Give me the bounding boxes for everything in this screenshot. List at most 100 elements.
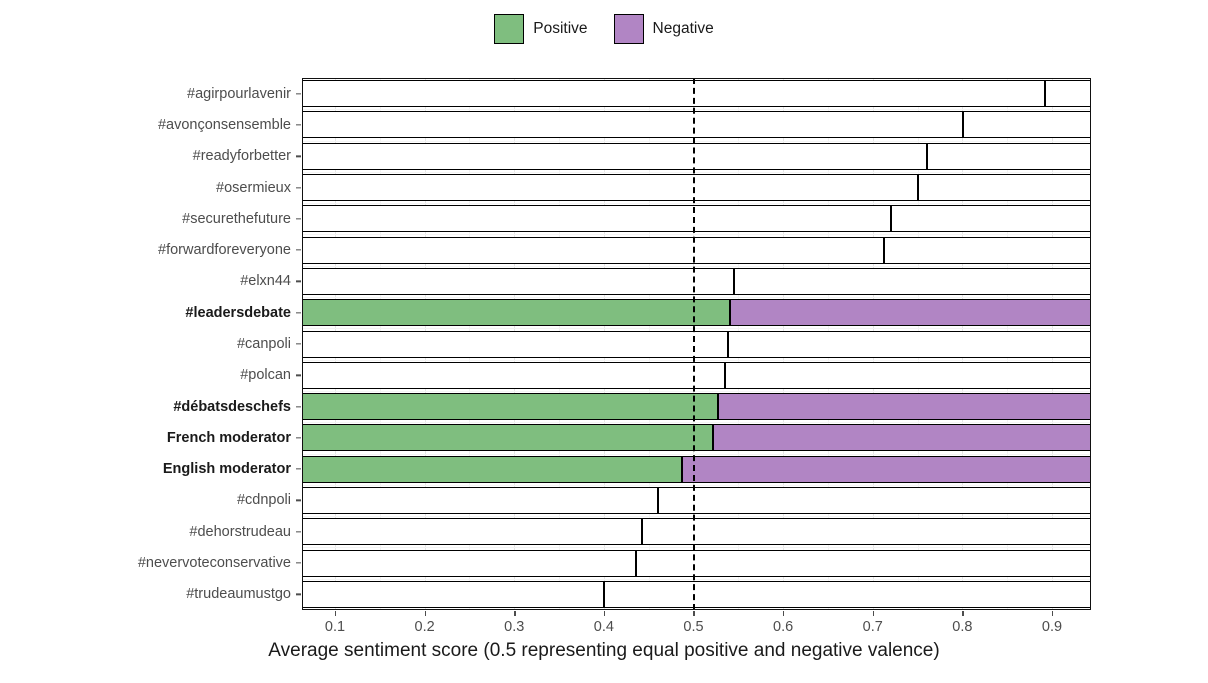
y-tick-label: #forwardforeveryone (158, 242, 291, 259)
y-tick-mark (296, 249, 301, 251)
bar-segment-negative (730, 299, 1091, 327)
bar-row (302, 267, 1091, 295)
x-tick-mark (783, 611, 785, 616)
y-tick-label: #polcan (240, 367, 291, 384)
horizontal-gridline-minor (302, 297, 1091, 299)
y-tick-label: #cdnpoli (236, 492, 291, 509)
bar-segment-negative (724, 361, 1091, 389)
horizontal-gridline-minor (302, 484, 1091, 486)
bar-segment-positive (302, 236, 885, 264)
y-tick-mark (296, 405, 301, 408)
y-tick-label: #leadersdebate (185, 304, 291, 321)
horizontal-gridline-minor (302, 328, 1091, 330)
y-tick-label: #agirpourlavenir (187, 85, 291, 102)
chart-legend: Positive Negative (0, 14, 1208, 44)
x-tick-mark (603, 611, 606, 616)
bar-segment-positive (302, 393, 718, 421)
y-tick-label: #osermieux (216, 179, 291, 196)
x-tick-mark (872, 611, 875, 616)
horizontal-gridline-minor (302, 390, 1091, 392)
y-tick-mark (296, 155, 301, 157)
y-tick-mark (296, 218, 301, 220)
bar-row (302, 361, 1091, 389)
bar-row (302, 424, 1091, 452)
y-tick-mark (296, 468, 301, 470)
bar-segment-negative (657, 486, 1091, 514)
legend-positive-swatch (494, 14, 525, 44)
bar-row (302, 299, 1091, 327)
y-tick-mark (296, 531, 301, 533)
y-tick-label: French moderator (166, 429, 291, 446)
bar-segment-negative (636, 549, 1091, 577)
bar-row (302, 580, 1091, 608)
bar-segment-positive (302, 361, 725, 389)
bar-segment-negative (917, 174, 1091, 202)
x-tick-mark (514, 611, 516, 616)
bar-segment-positive (302, 580, 604, 608)
x-tick-label: 0.7 (862, 619, 883, 635)
horizontal-gridline-minor (302, 547, 1091, 549)
bar-segment-negative (963, 111, 1091, 139)
bar-segment-negative (926, 142, 1091, 170)
legend-negative-swatch (613, 14, 644, 44)
x-tick-label: 0.2 (414, 619, 435, 635)
bar-row (302, 80, 1091, 108)
bar-row (302, 236, 1091, 264)
x-tick-mark (424, 611, 426, 616)
bar-row (302, 111, 1091, 139)
horizontal-gridline-minor (302, 516, 1091, 518)
y-tick-mark (296, 374, 301, 376)
bar-segment-negative (890, 205, 1091, 233)
bar-segment-negative (681, 455, 1091, 483)
bar-segment-positive (302, 486, 658, 514)
bar-segment-positive (302, 80, 1045, 108)
bar-segment-negative (717, 393, 1091, 421)
bar-segment-negative (642, 518, 1091, 546)
bar-segment-positive (302, 549, 637, 577)
legend-negative-label: Negative (652, 20, 714, 37)
bar-row (302, 518, 1091, 546)
x-tick-label: 0.4 (593, 619, 614, 635)
y-tick-mark (296, 186, 301, 189)
bar-segment-positive (302, 424, 714, 452)
legend-item-positive: Positive (494, 14, 588, 44)
horizontal-gridline-minor (302, 109, 1091, 111)
x-tick-label: 0.6 (773, 619, 794, 635)
horizontal-gridline-minor (302, 453, 1091, 455)
x-tick-mark (334, 611, 337, 616)
y-tick-mark (296, 343, 301, 345)
bar-segment-positive (302, 267, 734, 295)
y-tick-label: #trudeaumustgo (186, 586, 291, 603)
y-tick-mark (296, 280, 301, 283)
y-tick-mark (296, 437, 301, 439)
x-axis-title: Average sentiment score (0.5 representin… (268, 640, 940, 661)
y-tick-mark (296, 92, 301, 95)
horizontal-gridline-minor (302, 234, 1091, 236)
x-tick-label: 0.1 (324, 619, 346, 635)
bar-segment-positive (302, 455, 682, 483)
bar-segment-positive (302, 205, 891, 233)
horizontal-gridline-minor (302, 171, 1091, 173)
y-tick-label: #securethefuture (182, 210, 291, 227)
bar-row (302, 142, 1091, 170)
bar-segment-negative (713, 424, 1091, 452)
y-tick-mark (296, 124, 301, 126)
chart-plot-area (302, 78, 1091, 610)
bar-segment-negative (884, 236, 1091, 264)
y-tick-mark (296, 593, 301, 595)
bar-row (302, 174, 1091, 202)
reference-line-0.5 (693, 78, 696, 610)
horizontal-gridline-minor (302, 578, 1091, 580)
bar-row (302, 393, 1091, 421)
bar-segment-positive (302, 518, 643, 546)
bar-segment-negative (1044, 80, 1091, 108)
bar-segment-positive (302, 111, 964, 139)
x-tick-label: 0.9 (1041, 619, 1063, 635)
y-tick-label: #avonçonsensemble (157, 116, 291, 133)
horizontal-gridline-minor (302, 422, 1091, 424)
horizontal-gridline-minor (302, 359, 1091, 361)
bar-segment-positive (302, 330, 729, 358)
bar-row (302, 486, 1091, 514)
y-tick-label: #elxn44 (240, 273, 291, 290)
bar-row (302, 330, 1091, 358)
